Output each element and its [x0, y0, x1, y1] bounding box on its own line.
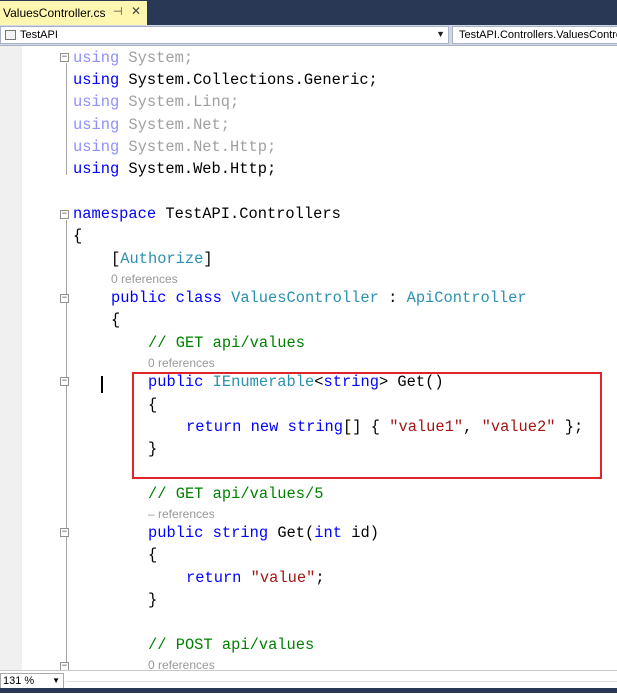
codelens-references[interactable]: 0 references	[111, 272, 178, 286]
collapse-icon[interactable]: −	[60, 53, 69, 62]
codelens-references[interactable]: 0 references	[148, 356, 215, 370]
code-line-using-linq: using System.Linq;	[73, 93, 240, 111]
zoom-level: 131 %	[3, 675, 35, 687]
chevron-down-icon[interactable]: ▼	[52, 676, 60, 685]
navigation-bar: TestAPI ▼ TestAPI.Controllers.ValuesCont…	[0, 25, 617, 46]
code-line-using-web-http: using System.Web.Http;	[73, 160, 277, 178]
project-name: TestAPI	[20, 29, 58, 41]
code-line-namespace: namespace TestAPI.Controllers	[73, 205, 341, 223]
window-bottom-border	[0, 688, 617, 693]
code-line-namespace-open: {	[73, 227, 83, 245]
code-comment-get: // GET api/values	[148, 334, 306, 352]
code-line-using-collections: using System.Collections.Generic;	[73, 71, 378, 89]
code-line-using-net: using System.Net;	[73, 116, 231, 134]
code-line-class-declaration: public class ValuesController : ApiContr…	[111, 289, 527, 307]
indicator-margin	[0, 46, 22, 670]
code-line-authorize-attribute: [Authorize]	[111, 250, 213, 268]
pin-icon[interactable]: ⊣	[113, 5, 123, 18]
collapse-icon[interactable]: −	[60, 294, 69, 303]
chevron-down-icon[interactable]: ▼	[436, 29, 445, 39]
member-dropdown[interactable]: TestAPI.Controllers.ValuesController	[452, 26, 617, 44]
close-icon[interactable]: ✕	[131, 4, 141, 18]
code-line-using-system: using System;	[73, 49, 194, 67]
text-caret	[101, 376, 103, 393]
outline-guide	[66, 220, 67, 670]
tab-filename: ValuesController.cs	[3, 6, 106, 20]
codelens-references[interactable]: – references	[148, 507, 215, 521]
member-name: TestAPI.Controllers.ValuesController	[459, 29, 617, 41]
document-tab-strip: ValuesController.cs ⊣ ✕	[0, 0, 617, 25]
collapse-icon[interactable]: −	[60, 210, 69, 219]
project-icon	[5, 30, 16, 40]
zoom-dropdown[interactable]: 131 % ▼	[0, 673, 64, 689]
horizontal-scrollbar[interactable]	[66, 681, 617, 682]
code-comment-get-id: // GET api/values/5	[148, 485, 324, 503]
code-line-return-value: return "value";	[186, 569, 325, 587]
code-line-get-id-open: {	[148, 546, 158, 564]
code-editor[interactable]: − − − − − − using System; using System.C…	[0, 46, 617, 672]
highlight-box	[132, 372, 602, 479]
code-line-class-open: {	[111, 311, 121, 329]
code-line-get-id-method: public string Get(int id)	[148, 524, 379, 542]
project-dropdown[interactable]: TestAPI ▼	[0, 26, 449, 44]
collapse-icon[interactable]: −	[60, 528, 69, 537]
code-line-get-id-close: }	[148, 591, 158, 609]
code-line-using-net-http: using System.Net.Http;	[73, 138, 277, 156]
code-comment-post: // POST api/values	[148, 636, 315, 654]
outline-guide	[66, 63, 67, 175]
collapse-icon[interactable]: −	[60, 377, 69, 386]
tab-valuescontroller[interactable]: ValuesController.cs ⊣ ✕	[0, 1, 147, 25]
